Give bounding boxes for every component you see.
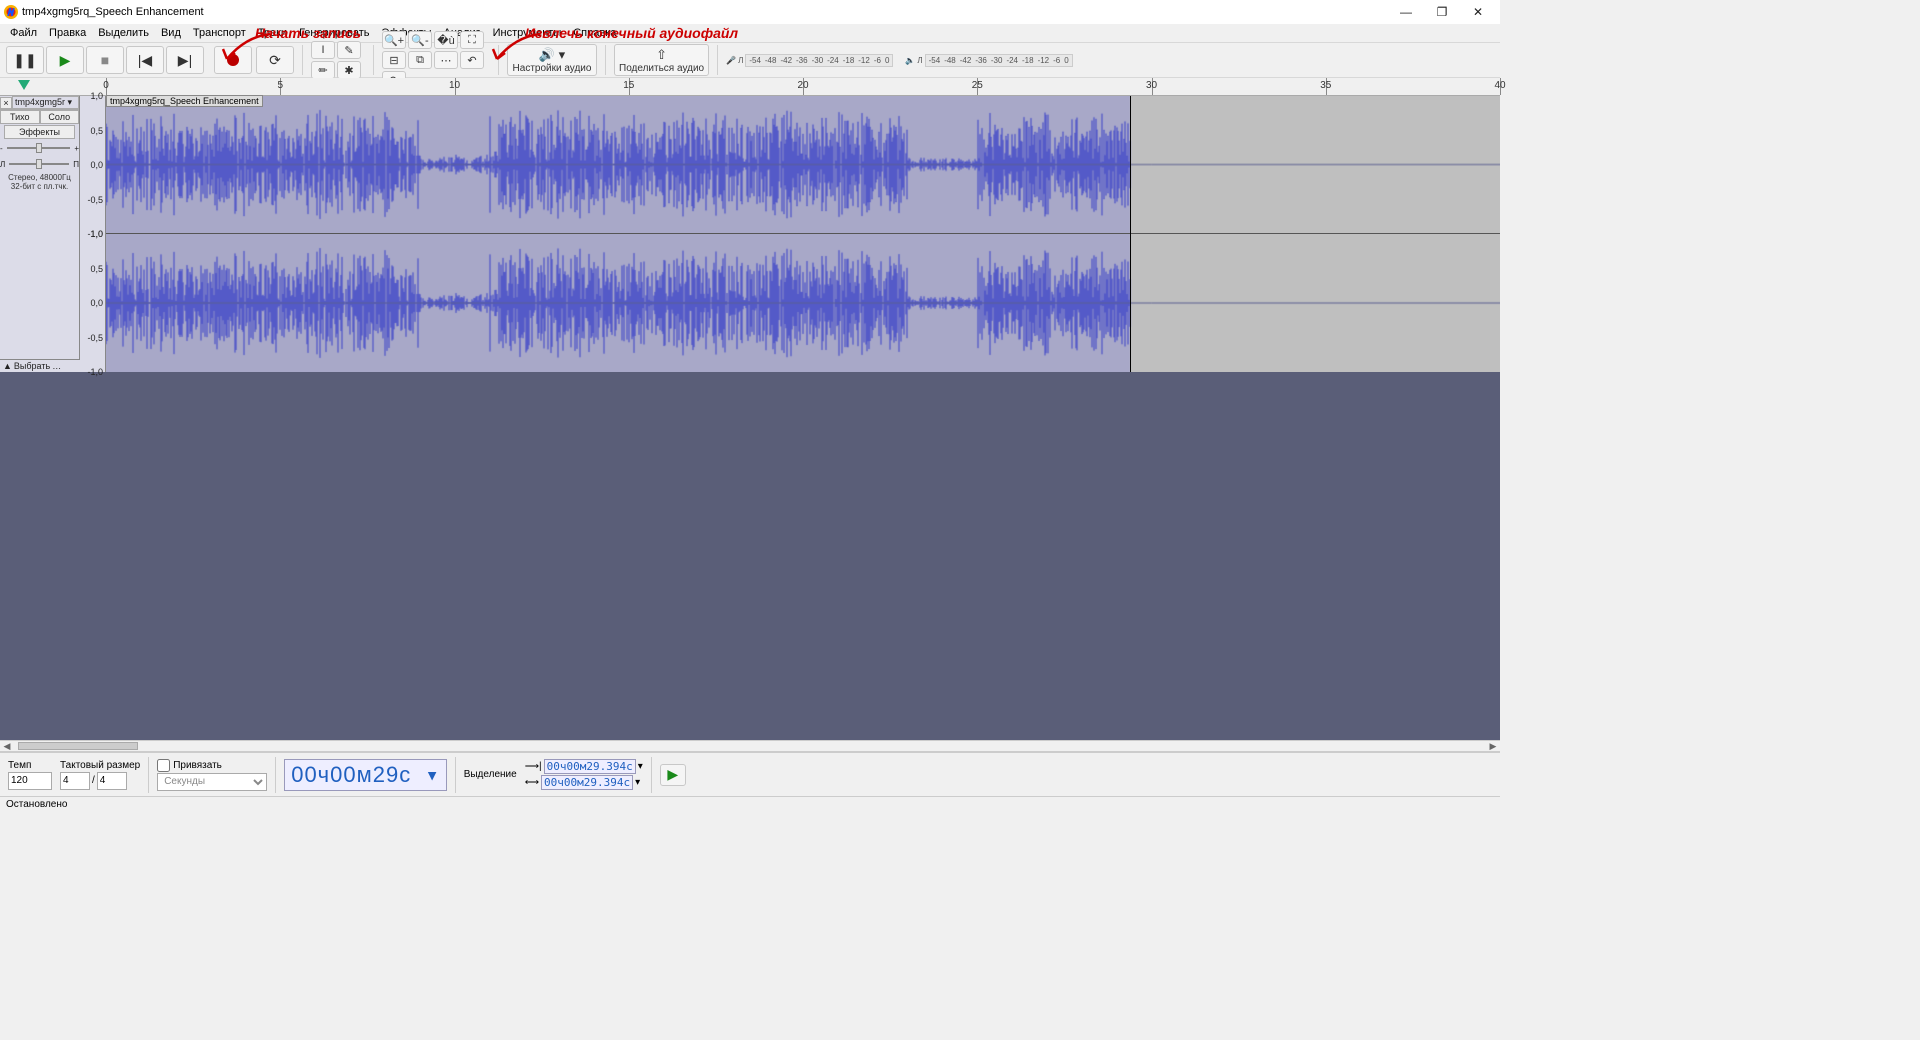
- maximize-button[interactable]: ❐: [1424, 0, 1460, 24]
- timeline-ruler[interactable]: 0510152025303540: [0, 78, 1500, 96]
- scroll-left-icon[interactable]: ◀: [0, 741, 14, 752]
- multi-tool-icon[interactable]: ✱: [337, 61, 361, 79]
- play-meter[interactable]: 🔈 Л -54-48-42-36-30-24-18-12-60: [905, 54, 1072, 67]
- status-bar: Остановлено: [0, 796, 1500, 812]
- close-button[interactable]: ✕: [1460, 0, 1496, 24]
- selection-start[interactable]: 00ч00м29.394с: [544, 759, 636, 774]
- selection-tool-icon[interactable]: I: [311, 41, 335, 59]
- speaker-small-icon: 🔈: [905, 56, 915, 65]
- bottom-toolbar: Темп Тактовый размер / Привязать Секунды…: [0, 752, 1500, 796]
- play-at-speed-button[interactable]: ▶: [660, 764, 686, 786]
- menu-view[interactable]: Вид: [155, 27, 187, 39]
- timesig-den-input[interactable]: [97, 772, 127, 790]
- gain-slider[interactable]: - +: [0, 140, 79, 156]
- menu-bar: Файл Правка Выделить Вид Транспорт Треки…: [0, 24, 1500, 42]
- horizontal-scrollbar[interactable]: ◀ ▶: [0, 740, 1500, 752]
- sel-start-icon: ⟶|: [525, 761, 542, 772]
- minimize-button[interactable]: —: [1388, 0, 1424, 24]
- trim-icon[interactable]: ⧉: [408, 51, 432, 69]
- share-icon: ⇧: [656, 47, 667, 63]
- menu-generate[interactable]: Генерировать: [293, 27, 375, 39]
- effects-button[interactable]: Эффекты: [4, 125, 75, 139]
- clip-title[interactable]: tmp4xgmg5rq_Speech Enhancement: [106, 95, 263, 107]
- loop-button[interactable]: ⟳: [256, 46, 294, 74]
- track-name-dropdown[interactable]: tmp4xgmg5r ▾: [12, 96, 79, 109]
- transport-group: ❚❚ ▶ ■ |◀ ▶|: [6, 46, 204, 74]
- skip-end-button[interactable]: ▶|: [166, 46, 204, 74]
- mute-button[interactable]: Тихо: [0, 110, 40, 124]
- menu-select[interactable]: Выделить: [92, 27, 155, 39]
- scroll-thumb[interactable]: [18, 742, 138, 750]
- zoom-toggle-icon[interactable]: ⊟: [382, 51, 406, 69]
- time-display[interactable]: 00ч00м29с ▾: [284, 759, 447, 791]
- draw-tool-icon[interactable]: ✏: [311, 61, 335, 79]
- clip-end-line: [1130, 96, 1131, 372]
- record-meter[interactable]: 🎤 Л -54-48-42-36-30-24-18-12-60: [726, 54, 893, 67]
- timesig-label: Тактовый размер: [60, 760, 140, 771]
- sel-len-icon: ⟷: [525, 777, 539, 788]
- status-text: Остановлено: [6, 799, 67, 810]
- stop-button[interactable]: ■: [86, 46, 124, 74]
- fit-selection-icon[interactable]: �ù: [434, 31, 458, 49]
- envelope-tool-icon[interactable]: ✎: [337, 41, 361, 59]
- snap-unit-select[interactable]: Секунды: [157, 773, 267, 791]
- menu-help[interactable]: Справка: [567, 27, 622, 39]
- zoom-in-icon[interactable]: 🔍+: [382, 31, 406, 49]
- menu-transport[interactable]: Транспорт: [187, 27, 252, 39]
- selection-end[interactable]: 00ч00м29.394с: [541, 775, 633, 790]
- fit-project-icon[interactable]: ⛶: [460, 31, 484, 49]
- menu-tools[interactable]: Инструменты: [487, 27, 568, 39]
- toolbar-row: Начать запись Извлечь конечный аудиофайл…: [0, 42, 1500, 78]
- menu-edit[interactable]: Правка: [43, 27, 92, 39]
- zoom-out-icon[interactable]: 🔍-: [408, 31, 432, 49]
- app-logo-icon: [4, 5, 18, 19]
- window-title: tmp4xgmg5rq_Speech Enhancement: [22, 6, 204, 18]
- play-button[interactable]: ▶: [46, 46, 84, 74]
- menu-tracks[interactable]: Треки: [252, 27, 293, 39]
- title-bar: tmp4xgmg5rq_Speech Enhancement — ❐ ✕: [0, 0, 1500, 24]
- pan-slider[interactable]: Л П: [0, 156, 79, 172]
- timesig-num-input[interactable]: [60, 772, 90, 790]
- snap-checkbox[interactable]: Привязать: [157, 759, 267, 772]
- menu-file[interactable]: Файл: [4, 27, 43, 39]
- vertical-scale: 1,00,50,0-0,5-1,01,00,50,0-0,5-1,0: [80, 96, 106, 372]
- selection-label: Выделение: [464, 769, 517, 780]
- playhead-icon[interactable]: [18, 80, 30, 90]
- track-collapse-button[interactable]: ▲ Выбрать …: [0, 359, 80, 372]
- speaker-icon: 🔊 ▾: [539, 47, 565, 63]
- empty-track-space[interactable]: [0, 372, 1500, 740]
- waveform-area[interactable]: tmp4xgmg5rq_Speech Enhancement: [106, 96, 1500, 372]
- track-area: × tmp4xgmg5r ▾ Тихо Соло Эффекты - + Л П…: [0, 96, 1500, 372]
- solo-button[interactable]: Соло: [40, 110, 80, 124]
- track-close-button[interactable]: ×: [0, 97, 12, 109]
- share-audio-button[interactable]: ⇧ Поделиться аудио: [614, 44, 709, 76]
- track-format-info: Стерео, 48000Гц32-бит с пл.тчк.: [0, 174, 79, 192]
- undo-icon[interactable]: ↶: [460, 51, 484, 69]
- tools-group: I ✎ ✏ ✱: [311, 41, 365, 79]
- mic-icon: 🎤: [726, 56, 736, 65]
- pause-button[interactable]: ❚❚: [6, 46, 44, 74]
- track-control-panel: × tmp4xgmg5r ▾ Тихо Соло Эффекты - + Л П…: [0, 96, 80, 372]
- skip-start-button[interactable]: |◀: [126, 46, 164, 74]
- audio-settings-button[interactable]: 🔊 ▾ Настройки аудио: [507, 44, 597, 76]
- record-button[interactable]: [214, 46, 252, 74]
- tempo-label: Темп: [8, 760, 52, 771]
- scroll-right-icon[interactable]: ▶: [1486, 741, 1500, 752]
- silence-icon[interactable]: ⋯: [434, 51, 458, 69]
- tempo-input[interactable]: [8, 772, 52, 790]
